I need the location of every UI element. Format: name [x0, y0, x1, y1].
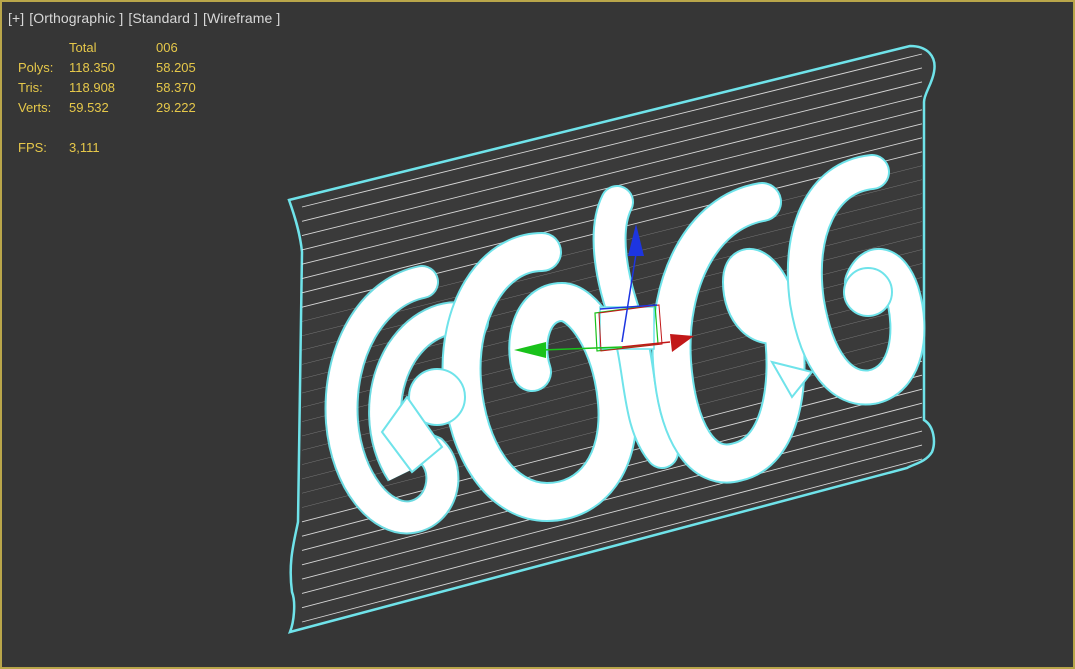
- viewport-plus-menu[interactable]: [+]: [8, 10, 24, 26]
- stats-row-verts: Verts: 59.532 29.222: [18, 98, 216, 118]
- viewport[interactable]: [+] [Orthographic ] [Standard ] [Wireframe …: [0, 0, 1075, 669]
- stats-object-value: 58.370: [156, 80, 196, 95]
- stats-spacer: [18, 118, 216, 138]
- stats-row-tris: Tris: 118.908 58.370: [18, 78, 216, 98]
- fps-value: 3,111: [69, 140, 100, 155]
- stats-label: Polys:: [18, 60, 54, 75]
- stats-label: Tris:: [18, 80, 43, 95]
- statistics-overlay: Total 006 Polys: 118.350 58.205 Tris: 11…: [18, 38, 216, 158]
- stats-total-value: 118.908: [69, 80, 116, 95]
- viewport-view-menu[interactable]: [Orthographic ]: [29, 10, 123, 26]
- viewport-shading-wireframe-menu[interactable]: [Wireframe ]: [203, 10, 280, 26]
- fps-label: FPS:: [18, 140, 47, 155]
- stats-row-fps: FPS: 3,111: [18, 138, 216, 158]
- stats-header-row: Total 006: [18, 38, 216, 58]
- stats-total-value: 59.532: [69, 100, 109, 115]
- stats-header-object: 006: [156, 40, 178, 55]
- stats-total-value: 118.350: [69, 60, 116, 75]
- stats-label: Verts:: [18, 100, 52, 115]
- viewport-shading-standard-menu[interactable]: [Standard ]: [128, 10, 198, 26]
- viewport-label-menu: [+] [Orthographic ] [Standard ] [Wireframe …: [8, 10, 280, 26]
- stats-header-total: Total: [69, 40, 97, 55]
- stats-header-spacer: [18, 38, 69, 58]
- stats-object-value: 58.205: [156, 60, 196, 75]
- stats-object-value: 29.222: [156, 100, 196, 115]
- stats-row-polys: Polys: 118.350 58.205: [18, 58, 216, 78]
